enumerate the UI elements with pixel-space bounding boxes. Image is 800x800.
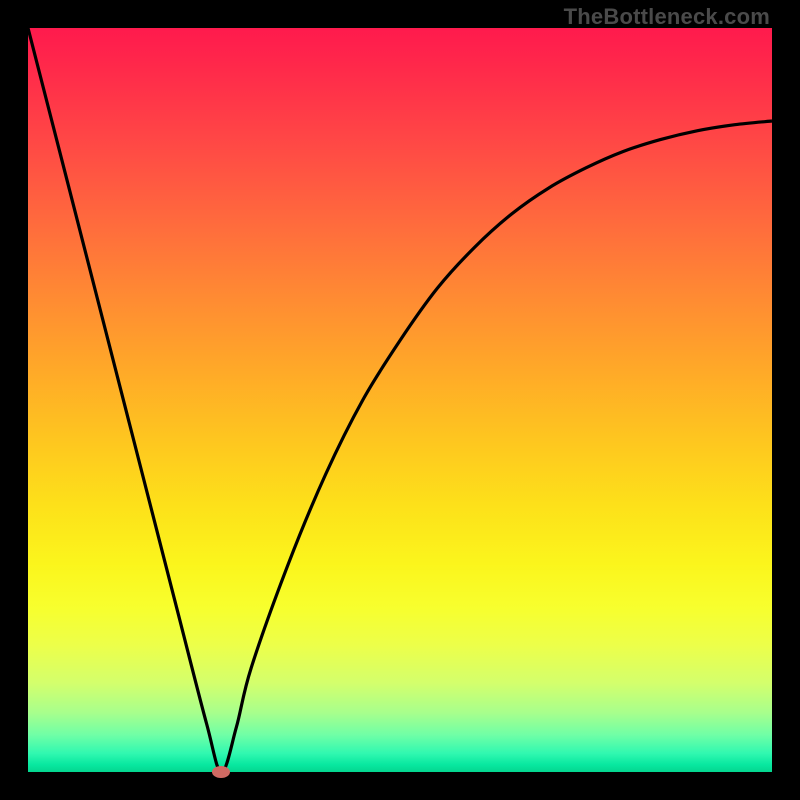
bottleneck-curve [28, 28, 772, 772]
minimum-marker [212, 766, 230, 778]
watermark-text: TheBottleneck.com [564, 4, 770, 30]
chart-frame: TheBottleneck.com [0, 0, 800, 800]
curve-path [28, 28, 772, 772]
plot-area [28, 28, 772, 772]
